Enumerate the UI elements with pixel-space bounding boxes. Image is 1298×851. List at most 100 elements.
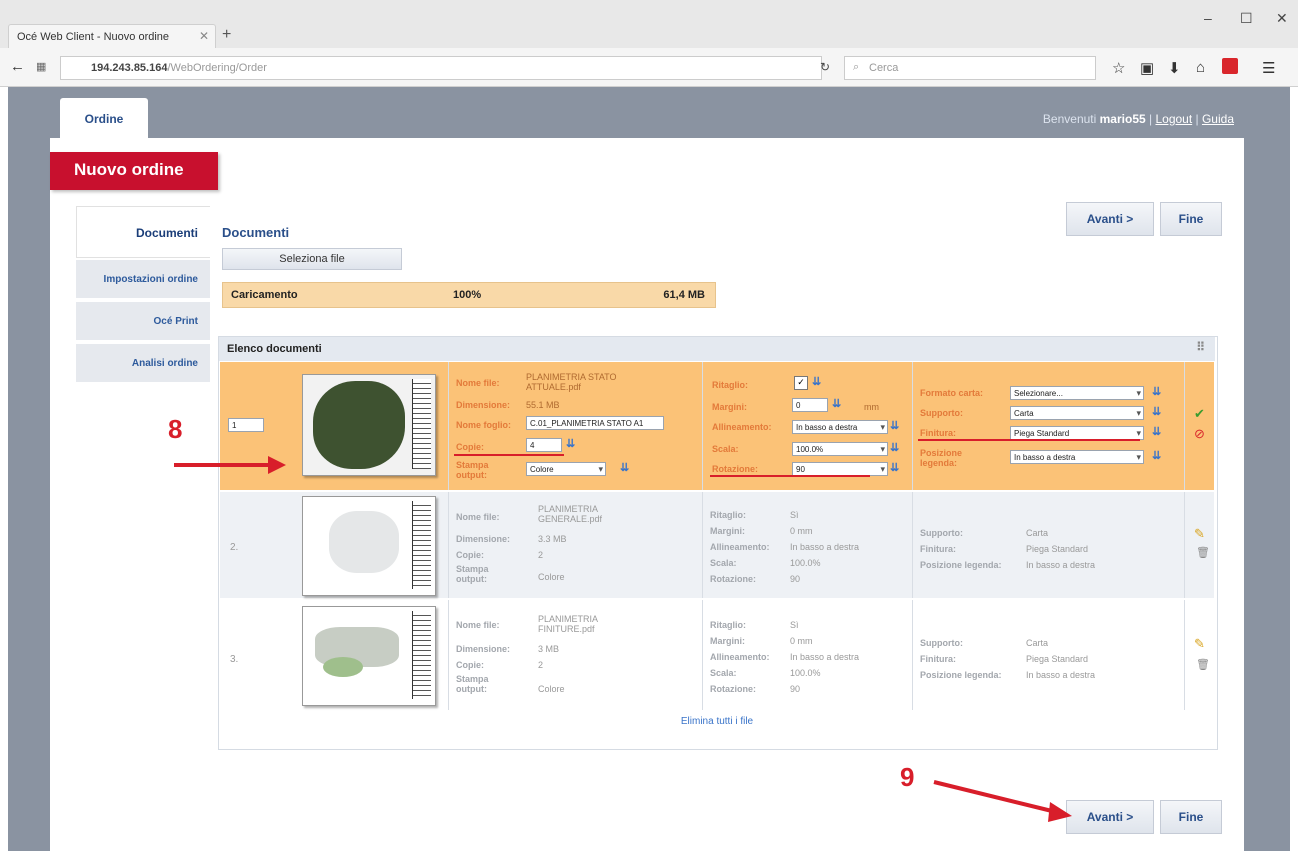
highlight-underline	[918, 439, 1140, 441]
close-tab-icon[interactable]: ✕	[199, 29, 209, 43]
finish-button-top[interactable]: Fine	[1160, 202, 1222, 236]
support-select[interactable]: Carta	[1010, 406, 1144, 420]
rotation-select[interactable]: 90	[792, 462, 888, 476]
page-info-icon[interactable]: ▦	[36, 60, 46, 73]
bookmark-star-icon[interactable]: ☆	[1112, 59, 1125, 77]
highlight-underline	[710, 475, 870, 477]
minimize-icon[interactable]: –	[1204, 10, 1212, 26]
apply-all-arrows-icon[interactable]: ⇊	[890, 441, 899, 454]
highlight-underline	[454, 454, 564, 456]
logout-link[interactable]: Logout	[1155, 112, 1192, 126]
clipboard-icon[interactable]: ▣	[1140, 59, 1154, 77]
finish-button-bottom[interactable]: Fine	[1160, 800, 1222, 834]
delete-all-link[interactable]: Elimina tutti i file	[220, 716, 1214, 727]
url-bar[interactable]: 194.243.85.164/WebOrdering/Order	[60, 56, 822, 80]
finish-select[interactable]: Piega Standard	[1010, 426, 1144, 440]
align-select[interactable]: In basso a destra	[792, 420, 888, 434]
document-row-3[interactable]: 3. Nome file: PLANIMETRIA FINITURE.pdf D…	[220, 600, 1214, 710]
tab-ordine[interactable]: Ordine	[60, 98, 148, 138]
margin-input[interactable]: 0	[792, 398, 828, 412]
delete-trash-icon[interactable]: 🗑	[1196, 658, 1210, 671]
help-link[interactable]: Guida	[1202, 112, 1234, 126]
sheet-name-input[interactable]: C.01_PLANIMETRIA STATO A1	[526, 416, 664, 430]
crop-value: Sì	[790, 620, 799, 630]
delete-trash-icon[interactable]: 🗑	[1196, 546, 1210, 559]
row-number: 2.	[230, 542, 239, 553]
row-number-input[interactable]: 1	[228, 418, 264, 432]
print-label: Stampa output:	[456, 674, 489, 694]
paper-label: Formato carta:	[920, 388, 984, 398]
crop-checkbox[interactable]: ✓	[794, 376, 808, 390]
search-bar[interactable]: ⌕ Cerca	[844, 56, 1096, 80]
margin-value: 0 mm	[790, 636, 813, 646]
home-icon[interactable]: ⌂	[1196, 59, 1205, 76]
apply-all-arrows-icon[interactable]: ⇊	[890, 461, 899, 474]
maximize-icon[interactable]: ☐	[1240, 10, 1253, 27]
print-label: Stampa output:	[456, 564, 489, 584]
apply-all-arrows-icon[interactable]: ⇊	[1152, 425, 1161, 438]
support-label: Supporto:	[920, 638, 963, 648]
close-window-icon[interactable]: ✕	[1276, 10, 1288, 27]
copies-label: Copie:	[456, 550, 484, 560]
apply-all-arrows-icon[interactable]: ⇊	[812, 375, 821, 388]
paper-select[interactable]: Selezionare...	[1010, 386, 1144, 400]
rotation-value: 90	[790, 574, 801, 584]
apply-all-arrows-icon[interactable]: ⇊	[1152, 449, 1161, 462]
legend-select[interactable]: In basso a destra	[1010, 450, 1144, 464]
margin-value: 0 mm	[790, 526, 813, 536]
browser-tab[interactable]: Océ Web Client - Nuovo ordine ✕	[8, 24, 216, 49]
file-size: 55.1 MB	[526, 400, 560, 410]
extension-icon[interactable]	[1222, 58, 1238, 74]
document-list-title: Elenco documenti	[227, 343, 322, 355]
sidebar-item-oce-print[interactable]: Océ Print	[76, 302, 210, 342]
align-label: Allineamento:	[712, 422, 772, 432]
documents-heading: Documenti	[222, 225, 290, 240]
annotation-step-9: 9	[900, 762, 915, 792]
confirm-check-icon[interactable]: ✔	[1194, 406, 1205, 422]
sidebar-item-documenti[interactable]: Documenti	[76, 206, 210, 258]
row-number: 3.	[230, 654, 239, 665]
page-title: Nuovo ordine	[50, 152, 218, 190]
download-icon[interactable]: ⬇	[1168, 59, 1181, 77]
align-label: Allineamento:	[710, 542, 770, 552]
size-label: Dimensione:	[456, 644, 511, 654]
apply-all-arrows-icon[interactable]: ⇊	[1152, 385, 1161, 398]
finish-label: Finitura:	[920, 544, 956, 554]
sidebar-item-analisi-ordine[interactable]: Analisi ordine	[76, 344, 210, 384]
select-file-button[interactable]: Seleziona file	[222, 248, 402, 270]
print-select[interactable]: Colore	[526, 462, 606, 476]
margin-label: Margini:	[710, 526, 745, 536]
apply-all-arrows-icon[interactable]: ⇊	[890, 419, 899, 432]
edit-pencil-icon[interactable]: ✎	[1194, 636, 1205, 652]
apply-all-arrows-icon[interactable]: ⇊	[566, 437, 575, 450]
apply-all-arrows-icon[interactable]: ⇊	[1152, 405, 1161, 418]
username: mario55	[1099, 112, 1146, 126]
support-value: Carta	[1026, 638, 1049, 648]
welcome-bar: Benvenuti mario55 | Logout | Guida	[1042, 112, 1234, 126]
apply-all-arrows-icon[interactable]: ⇊	[620, 461, 629, 474]
document-row-2[interactable]: 2. Nome file: PLANIMETRIA GENERALE.pdf D…	[220, 492, 1214, 598]
copies-input[interactable]: 4	[526, 438, 562, 452]
grid-view-icon[interactable]: ⠿	[1196, 340, 1205, 354]
document-row-1[interactable]: 1 Nome file: PLANIMETRIA STATO ATTUALE.p…	[220, 362, 1214, 490]
copies-label: Copie:	[456, 660, 484, 670]
edit-pencil-icon[interactable]: ✎	[1194, 526, 1205, 542]
new-tab-icon[interactable]: +	[222, 26, 231, 44]
cancel-icon[interactable]: ⊘	[1194, 426, 1205, 442]
menu-icon[interactable]: ☰	[1262, 59, 1275, 77]
document-thumbnail	[302, 606, 436, 706]
file-name: PLANIMETRIA STATO ATTUALE.pdf	[526, 372, 617, 392]
crop-label: Ritaglio:	[712, 380, 748, 390]
search-placeholder: Cerca	[869, 62, 899, 74]
scale-label: Scala:	[710, 558, 737, 568]
apply-all-arrows-icon[interactable]: ⇊	[832, 397, 841, 410]
name-label: Nome file:	[456, 620, 500, 630]
crop-label: Ritaglio:	[710, 510, 746, 520]
back-arrow-icon[interactable]: ←	[10, 58, 25, 75]
annotation-arrow-8	[174, 456, 286, 474]
sidebar-item-impostazioni-ordine[interactable]: Impostazioni ordine	[76, 260, 210, 300]
next-button-top[interactable]: Avanti >	[1066, 202, 1154, 236]
rotation-label: Rotazione:	[710, 574, 756, 584]
reload-icon[interactable]: ↻	[820, 60, 830, 74]
scale-select[interactable]: 100.0%	[792, 442, 888, 456]
